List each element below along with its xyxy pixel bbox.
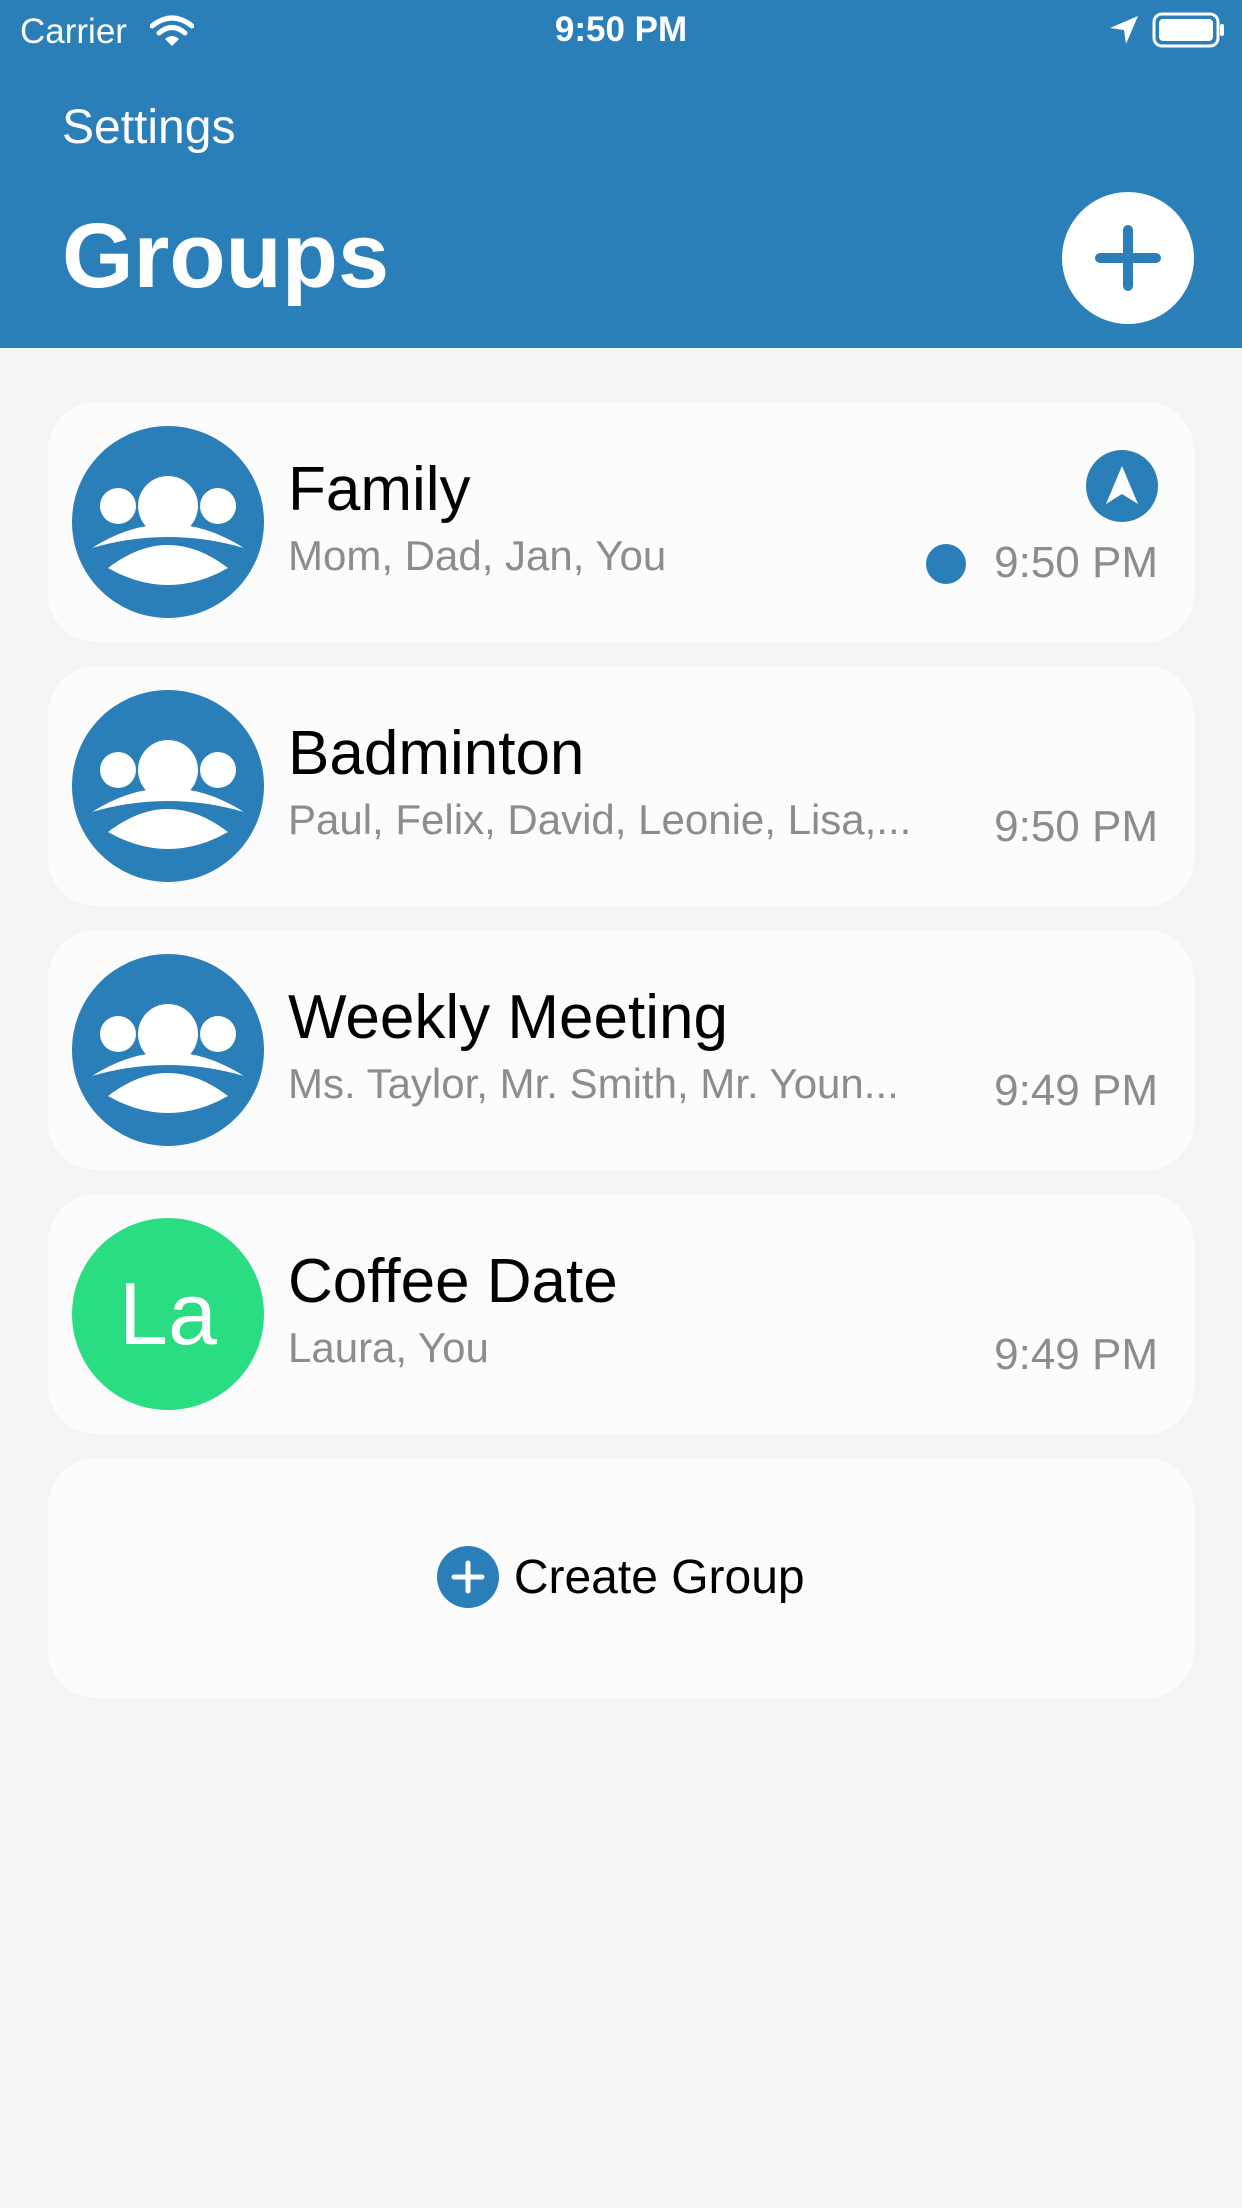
group-row-weekly-meeting[interactable]: Weekly Meeting Ms. Taylor, Mr. Smith, Mr… — [48, 930, 1194, 1170]
create-group-label: Create Group — [513, 1550, 805, 1604]
plus-circle-icon — [437, 1546, 500, 1608]
battery-icon — [1152, 12, 1224, 48]
group-name: Weekly Meeting — [288, 983, 728, 1052]
group-icon — [72, 426, 264, 618]
add-group-button[interactable] — [1062, 192, 1194, 324]
group-name: Badminton — [288, 719, 585, 788]
group-time: 9:49 PM — [994, 1330, 1158, 1379]
group-members: Laura, You — [288, 1324, 489, 1371]
navigation-arrow-icon — [1106, 466, 1138, 504]
group-members: Mom, Dad, Jan, You — [288, 532, 667, 579]
navigation-header: Carrier 9:50 PM Settings Groups — [0, 0, 1242, 348]
create-group-button[interactable]: Create Group — [48, 1458, 1194, 1698]
group-row-coffee-date[interactable]: La Coffee Date Laura, You 9:49 PM — [48, 1194, 1194, 1434]
group-name: Coffee Date — [288, 1247, 618, 1316]
group-avatar — [72, 690, 264, 882]
status-time: 9:50 PM — [554, 10, 688, 49]
group-time: 9:49 PM — [994, 1066, 1158, 1115]
group-name: Family — [288, 455, 471, 524]
group-row-family[interactable]: Family Mom, Dad, Jan, You 9:50 PM — [48, 402, 1194, 642]
group-row-badminton[interactable]: Badminton Paul, Felix, David, Leonie, Li… — [48, 666, 1194, 906]
location-arrow-icon — [1110, 16, 1138, 44]
page-title: Groups — [62, 205, 390, 307]
group-avatar — [72, 954, 264, 1146]
group-time: 9:50 PM — [994, 802, 1158, 851]
unread-indicator — [926, 544, 966, 584]
group-avatar-initials: La — [72, 1218, 264, 1410]
group-members: Ms. Taylor, Mr. Smith, Mr. Youn... — [288, 1060, 899, 1107]
navigation-badge — [1086, 450, 1158, 522]
status-bar: Carrier 9:50 PM — [0, 0, 1242, 62]
group-time: 9:50 PM — [994, 538, 1158, 587]
group-icon — [72, 690, 264, 882]
group-avatar — [72, 426, 264, 618]
plus-icon — [1095, 225, 1161, 291]
settings-back-button[interactable]: Settings — [62, 100, 235, 155]
group-icon — [72, 954, 264, 1146]
create-group-content: Create Group — [48, 1546, 1194, 1608]
group-members: Paul, Felix, David, Leonie, Lisa,... — [288, 796, 912, 843]
